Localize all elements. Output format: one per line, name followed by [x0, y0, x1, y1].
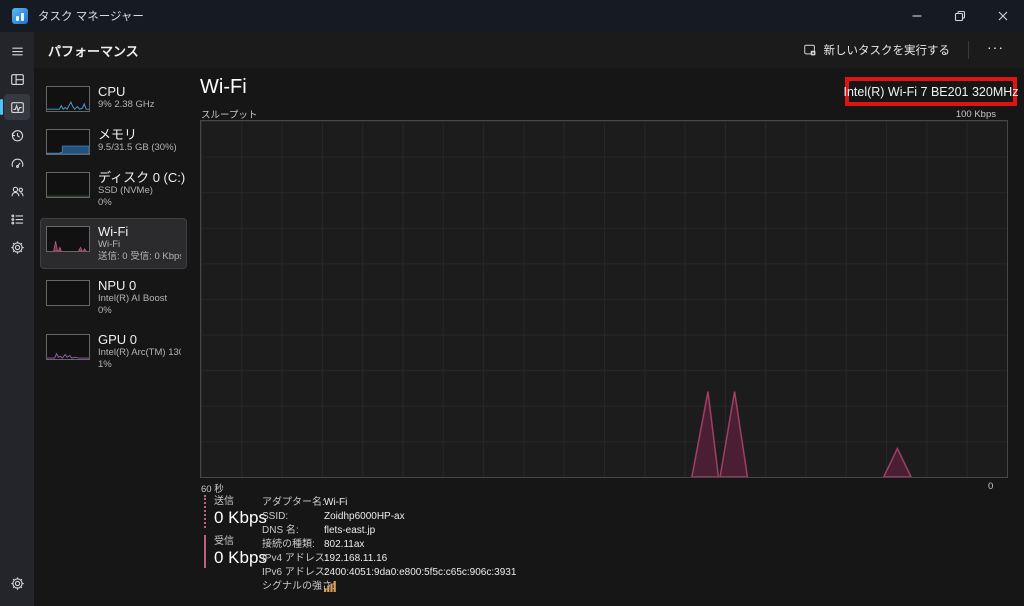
receive-value: 0 Kbps [214, 548, 267, 568]
receive-label: 受信 [214, 535, 267, 548]
content-header: パフォーマンス 新しいタスクを実行する ··· [34, 32, 1024, 68]
header-separator [968, 41, 969, 59]
detail-row-ssid: SSID: Zoidhp6000HP-ax [262, 510, 516, 524]
send-label: 送信 [214, 495, 267, 508]
detail-row-ipv4: IPv4 アドレス: 192.168.11.16 [262, 552, 516, 566]
npu-mini-chart [46, 280, 90, 306]
history-clock-icon [10, 128, 25, 143]
wifi-throughput: 送信: 0 受信: 0 Kbps [98, 251, 181, 263]
sidebar-item-cpu[interactable]: CPU 9% 2.38 GHz [40, 78, 187, 118]
npu-device: Intel(R) AI Boost [98, 293, 167, 305]
more-options-button[interactable]: ··· [977, 37, 1014, 63]
receive-stat: 受信 0 Kbps [204, 535, 267, 568]
window-title: タスク マネージャー [38, 8, 144, 24]
hamburger-menu-icon [10, 44, 25, 59]
send-value: 0 Kbps [214, 508, 267, 528]
detail-row-dns: DNS 名: flets-east.jp [262, 524, 516, 538]
panel-title: Wi-Fi [200, 76, 247, 99]
sidebar-item-wifi[interactable]: Wi-Fi Wi-Fi 送信: 0 受信: 0 Kbps [40, 218, 187, 269]
sidebar-item-disk0[interactable]: ディスク 0 (C:) SSD (NVMe) 0% [40, 164, 187, 215]
navigation-rail [0, 32, 34, 606]
throughput-stats: 送信 0 Kbps 受信 0 Kbps [204, 495, 267, 575]
detail-row-signal-strength: シグナルの強さ: [262, 580, 516, 596]
sidebar-item-npu0[interactable]: NPU 0 Intel(R) AI Boost 0% [40, 272, 187, 323]
sidebar-item-memory[interactable]: メモリ 9.5/31.5 GB (30%) [40, 121, 187, 161]
chart-label-throughput: スループット [201, 107, 257, 121]
sidebar-item-gpu0[interactable]: GPU 0 Intel(R) Arc(TM) 130V G. 1% [40, 326, 187, 377]
detail-row-adapter-name: アダプター名: Wi-Fi [262, 496, 516, 510]
signal-strength-icon [324, 580, 338, 596]
wifi-detail-panel: Wi-Fi Intel(R) Wi-Fi 7 BE201 320MHz スループ… [190, 68, 1024, 606]
wifi-mini-chart [46, 226, 90, 252]
chart-scale-label: 100 Kbps [956, 109, 996, 120]
nav-item-details[interactable] [4, 206, 30, 232]
nav-item-performance[interactable] [4, 94, 30, 120]
restore-button[interactable] [938, 0, 981, 32]
adapter-name-text: Intel(R) Wi-Fi 7 BE201 320MHz [843, 85, 1018, 99]
performance-sidebar: CPU 9% 2.38 GHz メモリ 9.5/31.5 GB (30%) ディ… [34, 68, 190, 606]
settings-button[interactable] [4, 570, 30, 596]
chart-xaxis-left-label: 60 秒 [201, 481, 224, 495]
npu-title: NPU 0 [98, 278, 167, 293]
run-new-task-icon [803, 43, 817, 57]
disk-usage: 0% [98, 197, 181, 209]
gpu-usage: 1% [98, 359, 181, 371]
processes-icon [10, 72, 25, 87]
close-icon [996, 9, 1010, 23]
send-stat: 送信 0 Kbps [204, 495, 267, 528]
cpu-title: CPU [98, 84, 155, 99]
wifi-subtitle: Wi-Fi [98, 239, 181, 251]
task-manager-app-icon [12, 8, 28, 24]
detail-row-connection-type: 接続の種類: 802.11ax [262, 538, 516, 552]
task-manager-window: タスク マネージャー [0, 0, 1024, 606]
adapter-details: アダプター名: Wi-Fi SSID: Zoidhp6000HP-ax DNS … [262, 496, 516, 596]
memory-stats: 9.5/31.5 GB (30%) [98, 142, 177, 154]
minimize-button[interactable] [895, 0, 938, 32]
run-new-task-button[interactable]: 新しいタスクを実行する [793, 37, 961, 63]
memory-mini-chart [46, 129, 90, 155]
nav-item-services[interactable] [4, 234, 30, 260]
throughput-chart [200, 120, 1008, 478]
gpu-mini-chart [46, 334, 90, 360]
nav-item-processes[interactable] [4, 66, 30, 92]
nav-item-users[interactable] [4, 178, 30, 204]
performance-icon [10, 100, 25, 115]
titlebar: タスク マネージャー [0, 0, 1024, 32]
close-button[interactable] [981, 0, 1024, 32]
cpu-stats: 9% 2.38 GHz [98, 99, 155, 111]
restore-icon [953, 9, 967, 23]
npu-usage: 0% [98, 305, 167, 317]
run-new-task-label: 新しいタスクを実行する [824, 42, 951, 58]
settings-gear-icon [10, 576, 25, 591]
wifi-title: Wi-Fi [98, 224, 181, 239]
details-list-icon [10, 212, 25, 227]
cpu-mini-chart [46, 86, 90, 112]
users-icon [10, 184, 25, 199]
startup-gauge-icon [10, 156, 25, 171]
throughput-chart-svg [201, 121, 1007, 477]
disk-title: ディスク 0 (C:) [98, 170, 181, 185]
nav-item-app-history[interactable] [4, 122, 30, 148]
minimize-icon [910, 9, 924, 23]
chart-xaxis-right-label: 0 [988, 481, 993, 492]
gpu-device: Intel(R) Arc(TM) 130V G. [98, 347, 181, 359]
nav-item-startup-apps[interactable] [4, 150, 30, 176]
disk-mini-chart [46, 172, 90, 198]
services-gear-icon [10, 240, 25, 255]
menu-button[interactable] [4, 38, 30, 64]
disk-type: SSD (NVMe) [98, 185, 181, 197]
memory-title: メモリ [98, 127, 177, 142]
page-title: パフォーマンス [48, 41, 139, 60]
adapter-name-annotation: Intel(R) Wi-Fi 7 BE201 320MHz [845, 77, 1017, 106]
gpu-title: GPU 0 [98, 332, 181, 347]
detail-row-ipv6: IPv6 アドレス: 2400:4051:9da0:e800:5f5c:c65c… [262, 566, 516, 580]
